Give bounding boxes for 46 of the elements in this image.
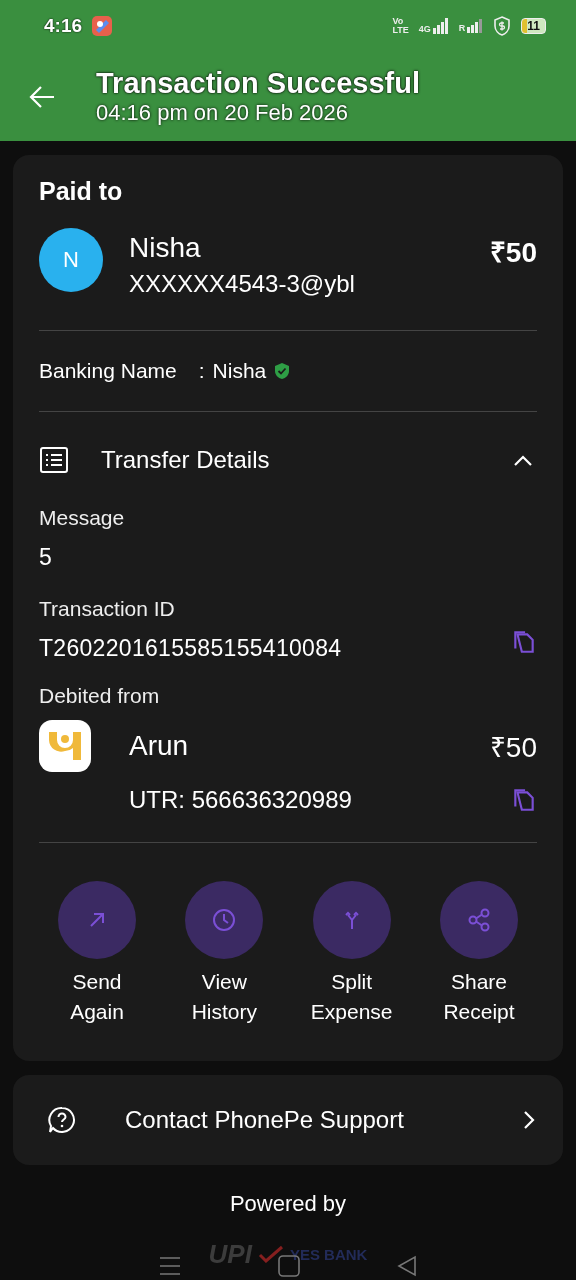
upi-id: XXXXXX4543-3@ybl (129, 270, 356, 298)
chevron-icon[interactable] (513, 454, 533, 466)
section-title: Transfer Details (101, 446, 271, 474)
utr-number: UTR: 566636320989 (129, 786, 353, 814)
separator: : (198, 359, 205, 383)
share-action-button[interactable]: Share Receipt (431, 881, 527, 1027)
check-mark-icon (257, 1245, 284, 1263)
signal-icon (467, 19, 484, 33)
history-action-button[interactable]: View History (176, 881, 273, 1027)
field-label: Debited from (39, 684, 161, 708)
roaming-indicator: R (458, 23, 466, 33)
field-value: 5 (39, 544, 54, 571)
avatar: N (39, 228, 103, 292)
copy-icon[interactable] (511, 787, 537, 813)
section-heading: Paid to (39, 177, 124, 206)
recipient-name: Nisha (129, 232, 202, 264)
amount: ₹50 (489, 731, 537, 765)
back-arrow-icon[interactable] (28, 84, 56, 109)
banking-name: Nisha (212, 359, 267, 383)
back-icon[interactable] (397, 1255, 418, 1277)
split-action-button[interactable]: Split Expense (303, 881, 400, 1027)
powered-by-text: Powered by (228, 1191, 348, 1218)
support-button[interactable]: Contact PhonePe Support (13, 1075, 563, 1165)
volte-indicator: Vo LTE (392, 17, 409, 35)
chevron-right-icon (523, 1110, 535, 1130)
amount: ₹50 (489, 236, 537, 270)
bank-logo-icon (39, 720, 91, 772)
transaction-timestamp: 04:16 pm on 20 Feb 2026 (96, 100, 349, 126)
battery-indicator: 11 (521, 18, 546, 34)
send-action-button[interactable]: Send Again (49, 881, 145, 1027)
field-label: Message (39, 506, 126, 530)
status-time: 4:16 (44, 15, 83, 37)
menu-icon[interactable] (158, 1256, 181, 1276)
page-title: Transaction Successful (96, 67, 420, 100)
app-notification-icon (92, 16, 113, 36)
list-icon (39, 446, 69, 474)
signal-icon (432, 18, 449, 34)
bank-logo: YES BANK (289, 1245, 368, 1263)
account-name: Arun (129, 730, 190, 762)
network-type: 4G (418, 24, 431, 34)
copy-icon[interactable] (511, 628, 537, 655)
help-icon (47, 1105, 77, 1135)
field-value: T2602201615585155410084 (39, 635, 343, 662)
field-label: Transaction ID (39, 597, 176, 621)
shield-icon (493, 16, 512, 36)
field-label: Banking Name (39, 359, 177, 383)
